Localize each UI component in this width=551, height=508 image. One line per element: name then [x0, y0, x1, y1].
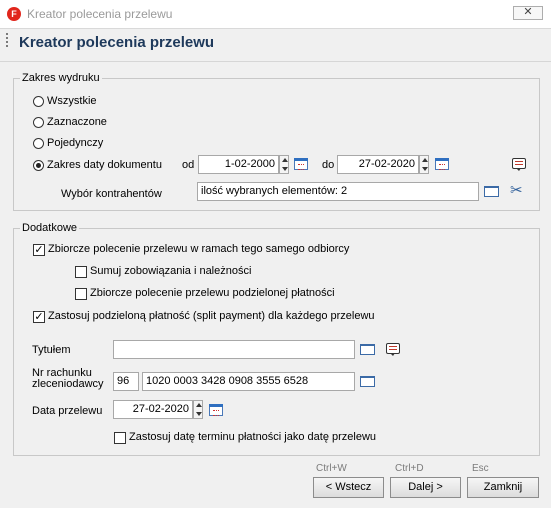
tytulem-label: Tytułem — [32, 344, 71, 356]
checkbox-split-payment[interactable]: ✓ — [33, 311, 45, 323]
tytulem-note-icon[interactable] — [386, 343, 400, 356]
checkbox-zbiorcze-podzielonej-label[interactable]: Zbiorcze polecenie przelewu podzielonej … — [90, 287, 335, 299]
zakres-wydruku-label: Zakres wydruku — [20, 72, 102, 84]
radio-wszystkie[interactable] — [33, 96, 44, 107]
back-shortcut: Ctrl+W — [316, 463, 347, 474]
scissors-icon[interactable]: ✂ — [510, 183, 523, 198]
data-przelewu-field[interactable]: 27-02-2020 — [113, 400, 193, 419]
checkbox-sumuj[interactable] — [75, 266, 87, 278]
page-title: Kreator polecenia przelewu — [19, 34, 215, 51]
do-date-spinner[interactable] — [419, 155, 429, 174]
radio-wszystkie-label[interactable]: Wszystkie — [47, 95, 97, 107]
checkbox-sumuj-label[interactable]: Sumuj zobowiązania i należności — [90, 265, 251, 277]
note-icon[interactable] — [512, 158, 526, 171]
od-date-spinner[interactable] — [279, 155, 289, 174]
window-title: Kreator polecenia przelewu — [27, 7, 173, 21]
next-shortcut: Ctrl+D — [395, 463, 424, 474]
radio-zakres-daty[interactable] — [33, 160, 44, 171]
checkbox-zbiorcze-label[interactable]: Zbiorcze polecenie przelewu w ramach teg… — [48, 243, 349, 255]
data-przelewu-spinner[interactable] — [193, 400, 203, 419]
rachunek-folder-icon[interactable] — [360, 376, 375, 387]
checkbox-termin[interactable] — [114, 432, 126, 444]
data-przelewu-label: Data przelewu — [32, 405, 103, 417]
close-button[interactable]: Zamknij — [467, 477, 539, 498]
tytulem-folder-icon[interactable] — [360, 344, 375, 355]
window-titlebar: F Kreator polecenia przelewu ✕ — [0, 0, 551, 29]
radio-pojedynczy[interactable] — [33, 138, 44, 149]
checkbox-zbiorcze-podzielonej[interactable] — [75, 288, 87, 300]
radio-pojedynczy-label[interactable]: Pojedynczy — [47, 137, 103, 149]
back-button[interactable]: < Wstecz — [313, 477, 384, 498]
data-przelewu-calendar-icon[interactable] — [209, 404, 223, 416]
dodatkowe-label: Dodatkowe — [20, 222, 80, 234]
next-button[interactable]: Dalej > — [390, 477, 461, 498]
zleceniodawcy-label: zleceniodawcy — [32, 378, 104, 390]
do-label: do — [322, 159, 335, 171]
rachunek-field[interactable]: 1020 0003 3428 0908 3555 6528 — [142, 372, 355, 391]
radio-zaznaczone[interactable] — [33, 117, 44, 128]
kontrahenci-field[interactable]: ilość wybranych elementów: 2 — [197, 182, 479, 201]
checkbox-zbiorcze[interactable]: ✓ — [33, 244, 45, 256]
od-calendar-icon[interactable] — [294, 158, 308, 170]
folder-icon[interactable] — [484, 186, 499, 197]
do-date-field[interactable]: 27-02-2020 — [337, 155, 419, 174]
od-date-field[interactable]: 1-02-2000 — [198, 155, 279, 174]
od-label: od — [182, 159, 195, 171]
radio-zakres-daty-label[interactable]: Zakres daty dokumentu — [47, 159, 162, 171]
checkbox-split-payment-label[interactable]: Zastosuj podzieloną płatność (split paym… — [48, 310, 375, 322]
app-logo-icon: F — [7, 7, 21, 21]
grip-handle-icon — [6, 33, 10, 47]
radio-zaznaczone-label[interactable]: Zaznaczone — [47, 116, 107, 128]
do-calendar-icon[interactable] — [435, 158, 449, 170]
wybor-kontrahentow-label: Wybór kontrahentów — [61, 188, 162, 200]
checkbox-termin-label[interactable]: Zastosuj datę terminu płatności jako dat… — [129, 431, 376, 443]
close-shortcut: Esc — [472, 463, 489, 474]
rachunek-prefix-field[interactable]: 96 — [113, 372, 139, 391]
tytulem-field[interactable] — [113, 340, 355, 359]
close-window-button[interactable]: ✕ — [513, 6, 543, 20]
